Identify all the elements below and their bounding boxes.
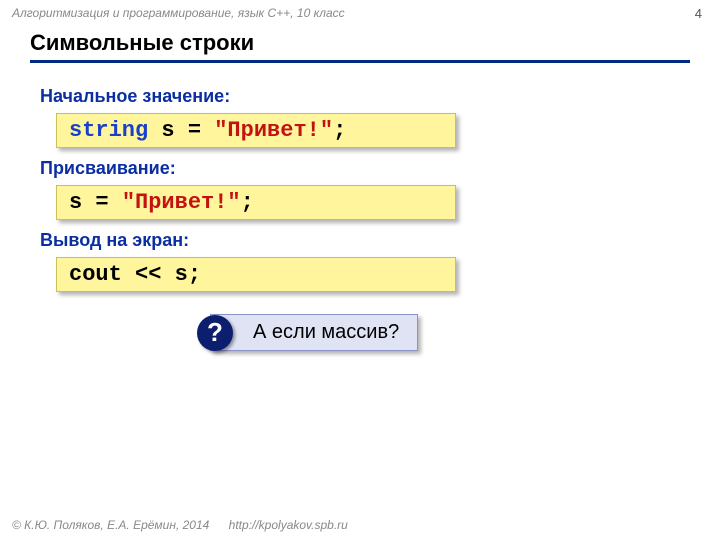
code-text: cout << s; [69,262,201,287]
code-box-output: cout << s; [56,257,456,292]
code-text: s = [148,118,214,143]
code-literal: "Привет!" [122,190,241,215]
slide-title: Символьные строки [30,30,690,63]
footer-url: http://kpolyakov.spb.ru [229,518,348,532]
footer: © К.Ю. Поляков, Е.А. Ерёмин, 2014 http:/… [12,518,348,532]
section-heading-output: Вывод на экран: [40,230,680,251]
code-box-init: string s = "Привет!"; [56,113,456,148]
code-keyword: string [69,118,148,143]
course-header: Алгоритмизация и программирование, язык … [12,6,345,20]
page-number: 4 [695,6,702,21]
code-literal: "Привет!" [214,118,333,143]
footer-authors: © К.Ю. Поляков, Е.А. Ерёмин, 2014 [12,518,209,532]
question-mark-icon: ? [197,315,233,351]
code-text: s = [69,190,122,215]
code-text: ; [241,190,254,215]
content-area: Начальное значение: string s = "Привет!"… [40,76,680,351]
question-callout: ? А если массив? [210,314,680,351]
question-box: ? А если массив? [210,314,418,351]
code-box-assign: s = "Привет!"; [56,185,456,220]
section-heading-init: Начальное значение: [40,86,680,107]
code-text: ; [333,118,346,143]
section-heading-assign: Присваивание: [40,158,680,179]
question-text: А если массив? [253,321,399,343]
